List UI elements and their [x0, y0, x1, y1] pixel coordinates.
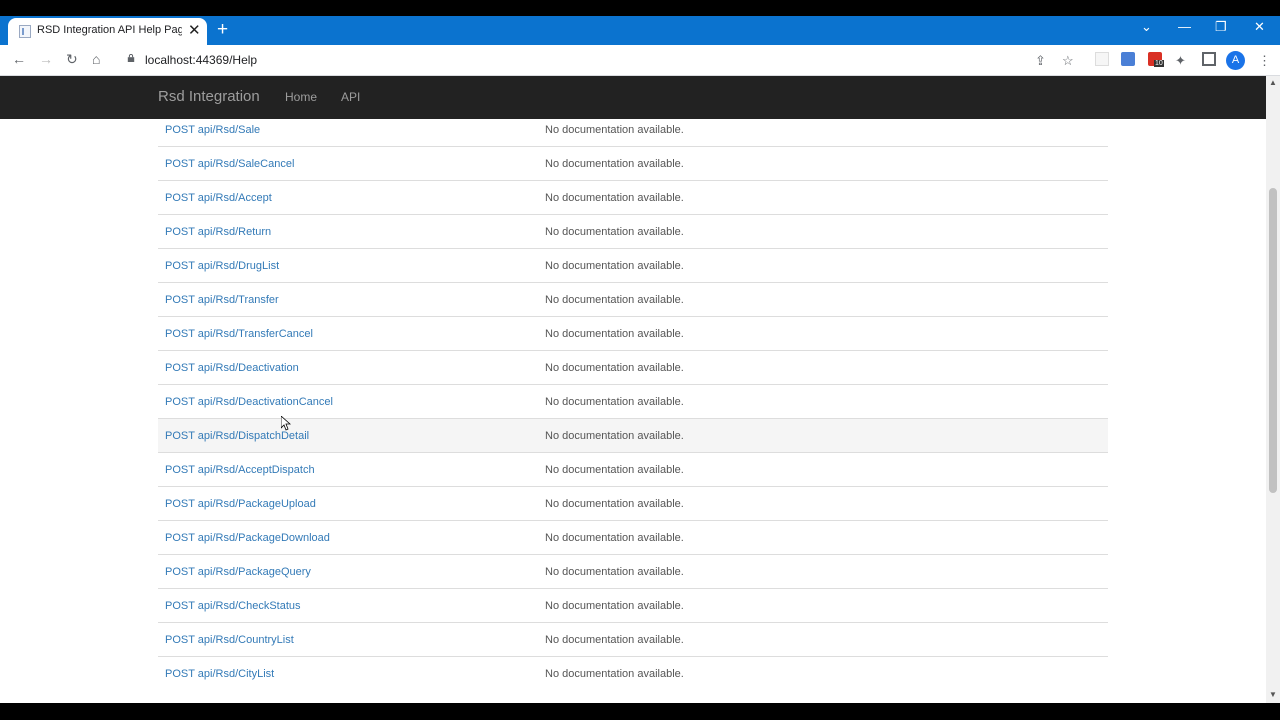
api-row: POST api/Rsd/DrugList No documentation av… — [158, 248, 1108, 283]
api-link[interactable]: POST api/Rsd/AcceptDispatch — [158, 453, 538, 487]
scroll-up-icon[interactable]: ▲ — [1269, 78, 1277, 87]
site-brand[interactable]: Rsd Integration — [158, 88, 260, 105]
side-panel-icon[interactable] — [1202, 52, 1216, 66]
address-bar[interactable]: localhost:44369/Help — [145, 53, 257, 67]
api-row: POST api/Rsd/DeactivationCancel No docume… — [158, 384, 1108, 419]
api-link[interactable]: POST api/Rsd/CountryList — [158, 623, 538, 657]
api-row: POST api/Rsd/PackageQuery No documentatio… — [158, 554, 1108, 589]
api-description: No documentation available. — [545, 497, 684, 510]
api-row: POST api/Rsd/AcceptDispatch No documentat… — [158, 452, 1108, 487]
page-content: POST api/Rsd/Sale No documentation availa… — [0, 119, 1266, 703]
api-description: No documentation available. — [545, 157, 684, 170]
share-icon[interactable]: ⇪ — [1035, 53, 1046, 69]
lock-icon[interactable] — [127, 54, 135, 62]
api-row: POST api/Rsd/Deactivation No documentatio… — [158, 350, 1108, 385]
browser-toolbar: ← → ↻ ⌂ localhost:44369/Help ⇪ ☆ — [0, 45, 1280, 76]
api-link[interactable]: POST api/Rsd/Return — [158, 215, 538, 249]
api-row: POST api/Rsd/TransferCancel No documentat… — [158, 316, 1108, 351]
mouse-cursor-icon — [281, 416, 291, 431]
page-icon — [19, 25, 31, 38]
api-description: No documentation available. — [545, 463, 684, 476]
restore-icon[interactable]: ❐ — [1215, 19, 1227, 35]
api-row: POST api/Rsd/CountryList No documentation… — [158, 622, 1108, 657]
api-row: POST api/Rsd/Accept No documentation avai… — [158, 180, 1108, 215]
tab-search-icon[interactable]: ⌄ — [1141, 19, 1152, 35]
api-description: No documentation available. — [545, 395, 684, 408]
api-description: No documentation available. — [545, 565, 684, 578]
api-row: POST api/Rsd/CheckStatus No documentation… — [158, 588, 1108, 623]
more-menu-icon[interactable]: ⋮ — [1258, 53, 1271, 69]
api-row: POST api/Rsd/Transfer No documentation av… — [158, 282, 1108, 317]
api-row: POST api/Rsd/PackageUpload No documentati… — [158, 486, 1108, 521]
puzzle-extensions-icon[interactable]: ✦ — [1175, 53, 1186, 69]
browser-window: RSD Integration API Help Page - ✕ + ⌄ — … — [0, 0, 1280, 720]
api-description: No documentation available. — [545, 531, 684, 544]
extension-badge-count: 10 — [1154, 60, 1164, 67]
close-window-icon[interactable]: ✕ — [1254, 19, 1265, 35]
api-description: No documentation available. — [545, 361, 684, 374]
scroll-down-icon[interactable]: ▼ — [1269, 690, 1277, 699]
api-description: No documentation available. — [545, 599, 684, 612]
reload-icon[interactable]: ↻ — [66, 51, 78, 68]
page-scrollbar[interactable]: ▲ ▼ — [1266, 76, 1280, 703]
api-description: No documentation available. — [545, 667, 684, 680]
api-link[interactable]: POST api/Rsd/PackageDownload — [158, 521, 538, 555]
back-icon[interactable]: ← — [12, 51, 26, 67]
site-navbar: Rsd Integration Home API — [0, 76, 1266, 119]
forward-icon[interactable]: → — [39, 51, 53, 67]
api-table: POST api/Rsd/Sale No documentation availa… — [158, 119, 1108, 691]
api-description: No documentation available. — [545, 293, 684, 306]
api-row: POST api/Rsd/PackageDownload No documenta… — [158, 520, 1108, 555]
top-border — [0, 0, 1280, 16]
extension-badge-icon[interactable]: 10 — [1148, 52, 1164, 67]
api-description: No documentation available. — [545, 327, 684, 340]
api-link[interactable]: POST api/Rsd/DeactivationCancel — [158, 385, 538, 419]
api-description: No documentation available. — [545, 123, 684, 136]
minimize-icon[interactable]: — — [1178, 19, 1191, 34]
api-row: POST api/Rsd/Return No documentation avai… — [158, 214, 1108, 249]
api-link[interactable]: POST api/Rsd/CityList — [158, 657, 538, 691]
api-link[interactable]: POST api/Rsd/CheckStatus — [158, 589, 538, 623]
api-link[interactable]: POST api/Rsd/SaleCancel — [158, 147, 538, 181]
api-link[interactable]: POST api/Rsd/Deactivation — [158, 351, 538, 385]
scroll-thumb[interactable] — [1269, 188, 1277, 493]
api-row: POST api/Rsd/DispatchDetail No documentat… — [158, 418, 1108, 453]
browser-tab[interactable]: RSD Integration API Help Page - ✕ — [8, 18, 207, 45]
nav-api-link[interactable]: API — [341, 90, 360, 104]
home-icon[interactable]: ⌂ — [92, 51, 100, 67]
api-link[interactable]: POST api/Rsd/TransferCancel — [158, 317, 538, 351]
api-row: POST api/Rsd/SaleCancel No documentation … — [158, 146, 1108, 181]
bookmark-star-icon[interactable]: ☆ — [1062, 53, 1074, 69]
api-link[interactable]: POST api/Rsd/PackageUpload — [158, 487, 538, 521]
api-row: POST api/Rsd/Sale No documentation availa… — [158, 119, 1108, 147]
api-description: No documentation available. — [545, 225, 684, 238]
api-row: POST api/Rsd/CityList No documentation av… — [158, 656, 1108, 691]
extension-blank-icon[interactable] — [1095, 52, 1109, 66]
api-description: No documentation available. — [545, 429, 684, 442]
api-description: No documentation available. — [545, 259, 684, 272]
api-link[interactable]: POST api/Rsd/Sale — [158, 119, 538, 147]
close-tab-icon[interactable]: ✕ — [188, 21, 201, 39]
api-description: No documentation available. — [545, 191, 684, 204]
translate-extension-icon[interactable] — [1121, 52, 1135, 66]
bottom-border — [0, 703, 1280, 720]
nav-home-link[interactable]: Home — [285, 90, 317, 104]
api-link[interactable]: POST api/Rsd/DispatchDetail — [158, 419, 538, 453]
tab-title: RSD Integration API Help Page - — [37, 24, 182, 36]
api-link[interactable]: POST api/Rsd/DrugList — [158, 249, 538, 283]
new-tab-icon[interactable]: + — [217, 19, 228, 41]
api-link[interactable]: POST api/Rsd/Accept — [158, 181, 538, 215]
profile-avatar[interactable]: A — [1226, 51, 1245, 70]
api-link[interactable]: POST api/Rsd/Transfer — [158, 283, 538, 317]
api-link[interactable]: POST api/Rsd/PackageQuery — [158, 555, 538, 589]
api-description: No documentation available. — [545, 633, 684, 646]
